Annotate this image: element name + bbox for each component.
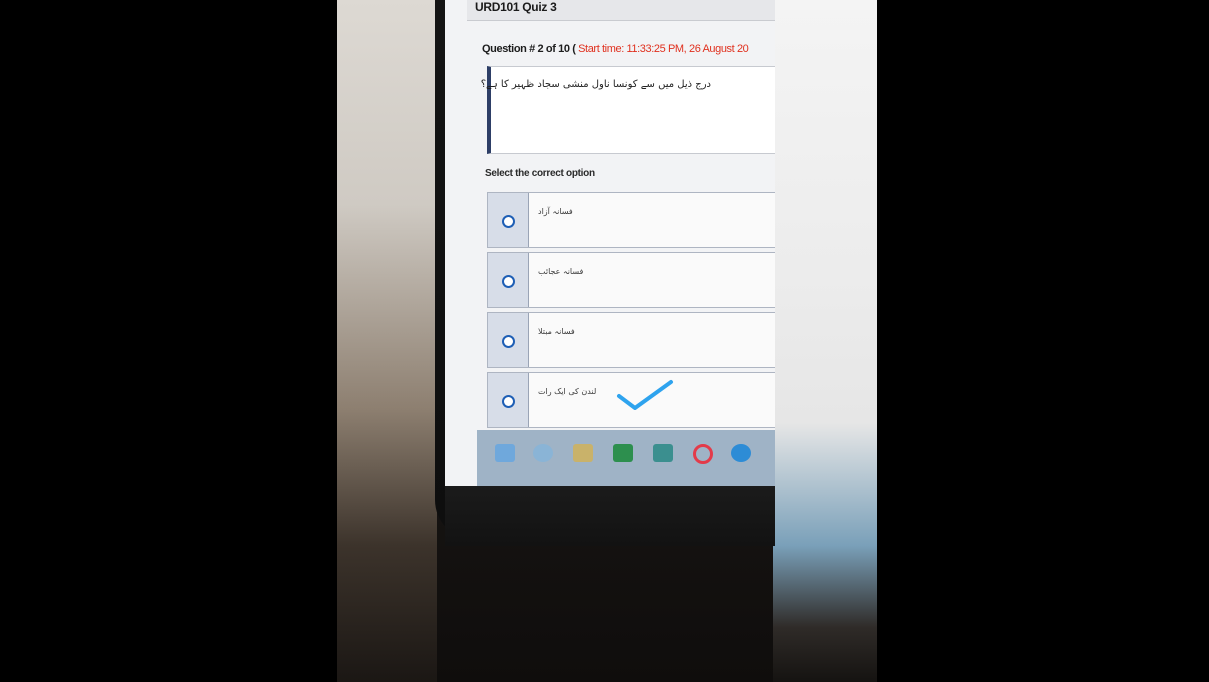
option-label-2: فسانہ عجائب [538,267,584,276]
radio-cell [488,253,529,307]
radio-button-2[interactable] [502,275,515,288]
radio-button-4[interactable] [502,395,515,408]
radio-button-1[interactable] [502,215,515,228]
file-explorer-icon[interactable] [573,444,593,462]
ie-icon[interactable] [533,444,553,462]
quiz-title-bar: URD101 Quiz 3 [467,0,775,21]
excel-icon[interactable] [613,444,633,462]
radio-cell [488,193,529,247]
quiz-title: URD101 Quiz 3 [475,0,557,14]
blurred-left-edge [337,0,437,682]
option-label-3: فسانہ مبتلا [538,327,575,336]
monitor-screen: URD101 Quiz 3 Question # 2 of 10 ( Start… [445,0,775,486]
opera-icon[interactable] [693,444,713,464]
monitor-bezel: URD101 Quiz 3 Question # 2 of 10 ( Start… [435,0,775,546]
chrome-icon[interactable] [731,444,751,462]
video-content: URD101 Quiz 3 Question # 2 of 10 ( Start… [337,0,877,682]
select-option-label: Select the correct option [485,168,595,179]
question-number: Question # 2 of 10 ( [482,43,576,55]
question-box: درج ذیل میں سے کونسا ناول منشی سجاد ظہیر… [481,66,775,154]
radio-cell [488,313,529,367]
radio-button-3[interactable] [502,335,515,348]
question-text: درج ذیل میں سے کونسا ناول منشی سجاد ظہیر… [480,79,711,90]
option-label-4: لندن کی ایک رات [538,387,597,396]
video-frame: URD101 Quiz 3 Question # 2 of 10 ( Start… [0,0,1209,682]
question-header: Question # 2 of 10 ( Start time: 11:33:2… [482,43,749,55]
start-time: Start time: 11:33:25 PM, 26 August 20 [578,43,749,55]
option-3[interactable]: فسانہ مبتلا [487,312,775,368]
option-label-1: فسانہ آزاد [538,207,573,216]
monitor-bottom-bezel [445,486,775,546]
windows-taskbar [477,430,775,486]
blurred-right-edge [773,0,877,682]
radio-cell [488,373,529,427]
option-2[interactable]: فسانہ عجائب [487,252,775,308]
windows-start-icon[interactable] [495,444,515,462]
checkmark-icon [617,380,673,410]
video-icon[interactable] [653,444,673,462]
option-1[interactable]: فسانہ آزاد [487,192,775,248]
